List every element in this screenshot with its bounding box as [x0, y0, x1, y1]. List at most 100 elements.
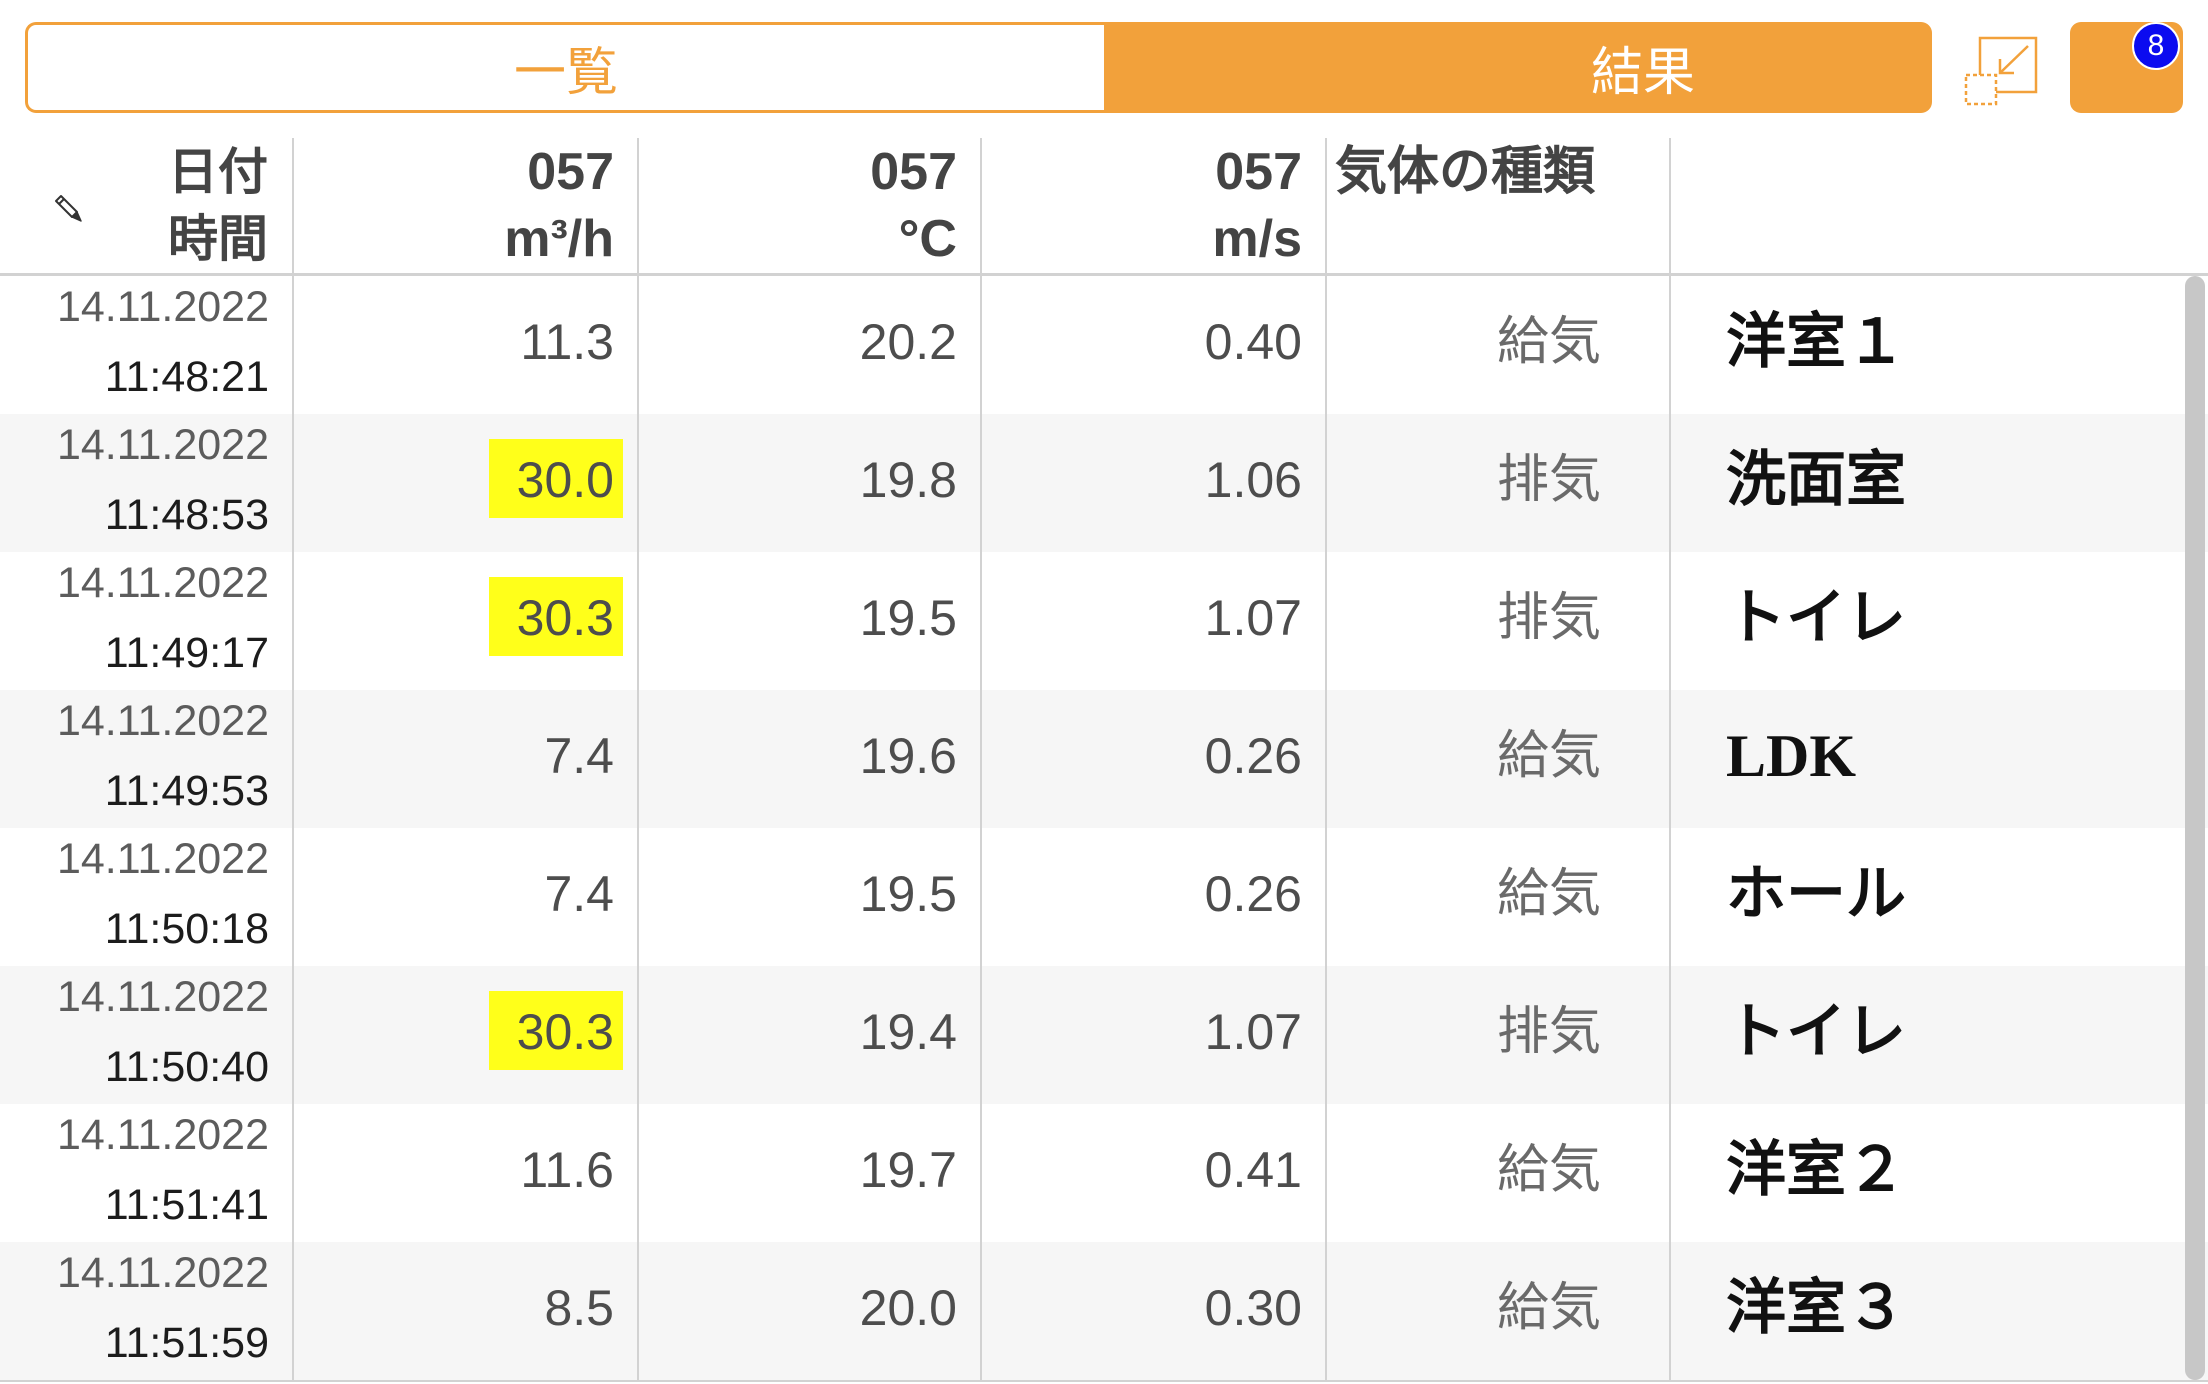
date-text: 14.11.2022 [56, 973, 269, 1021]
gas-type-cell: 給気 [1326, 1242, 1670, 1380]
pencil-icon[interactable] [53, 193, 83, 223]
gas-type-value: 排気 [1496, 451, 1601, 509]
airflow-cell: 11.3 [293, 276, 638, 414]
table-bottom-divider [0, 1380, 2208, 1382]
airflow-cell: 30.3 [293, 552, 638, 690]
velocity-value: 1.07 [1204, 1004, 1302, 1060]
tab-results[interactable]: 結果 [1104, 22, 1932, 113]
location-value: 洋室２ [1726, 1137, 1906, 1203]
location-cell: 洋室３ [1670, 1242, 2185, 1380]
tab-results-label: 結果 [1590, 44, 1695, 102]
table-row[interactable]: 14.11.2022 11:50:18 7.4 19.5 0.26 給気 ホール [0, 828, 2208, 966]
table-row[interactable]: 14.11.2022 11:49:53 7.4 19.6 0.26 給気 LDK [0, 690, 2208, 828]
header-unit: m/s [1212, 210, 1302, 268]
table-header: 日付 時間 057 m³/h 057 °C 057 m/s 気体の種類 [0, 138, 2208, 273]
airflow-cell: 30.3 [293, 966, 638, 1104]
gas-type-value: 給気 [1496, 313, 1601, 371]
table-row[interactable]: 14.11.2022 11:48:53 30.0 19.8 1.06 排気 洗面… [0, 414, 2208, 552]
datetime-cell: 14.11.2022 11:49:53 [0, 690, 293, 828]
location-cell: LDK [1670, 690, 2185, 828]
header-gas-type: 気体の種類 [1326, 138, 1670, 273]
table-row[interactable]: 14.11.2022 11:49:17 30.3 19.5 1.07 排気 トイ… [0, 552, 2208, 690]
date-text: 14.11.2022 [56, 559, 269, 607]
collapse-button[interactable] [1962, 35, 2040, 107]
badge-count: 8 [2132, 22, 2180, 70]
datetime-cell: 14.11.2022 11:50:18 [0, 828, 293, 966]
gas-type-value: 給気 [1496, 865, 1601, 923]
table-row[interactable]: 14.11.2022 11:50:40 30.3 19.4 1.07 排気 トイ… [0, 966, 2208, 1104]
header-velocity: 057 m/s [981, 138, 1326, 273]
velocity-cell: 1.07 [981, 966, 1326, 1104]
datetime-cell: 14.11.2022 11:50:40 [0, 966, 293, 1104]
airflow-value: 11.6 [520, 1142, 614, 1198]
temperature-cell: 19.7 [638, 1104, 981, 1242]
time-text: 11:49:17 [104, 629, 269, 677]
header-probe: 057 [527, 143, 614, 201]
airflow-cell: 30.0 [293, 414, 638, 552]
table-row[interactable]: 14.11.2022 11:51:41 11.6 19.7 0.41 給気 洋室… [0, 1104, 2208, 1242]
velocity-value: 0.26 [1204, 866, 1302, 922]
tab-list[interactable]: 一覧 [25, 22, 1104, 113]
location-value: トイレ [1726, 999, 1906, 1065]
header-type-label: 気体の種類 [1335, 143, 1596, 201]
gas-type-value: 排気 [1496, 1003, 1601, 1061]
velocity-cell: 1.06 [981, 414, 1326, 552]
time-text: 11:49:53 [104, 767, 269, 815]
date-text: 14.11.2022 [56, 697, 269, 745]
datetime-cell: 14.11.2022 11:48:21 [0, 276, 293, 414]
time-text: 11:50:40 [104, 1043, 269, 1091]
table-row[interactable]: 14.11.2022 11:51:59 8.5 20.0 0.30 給気 洋室３ [0, 1242, 2208, 1380]
velocity-value: 1.07 [1204, 590, 1302, 646]
temperature-cell: 19.8 [638, 414, 981, 552]
time-text: 11:51:59 [104, 1319, 269, 1367]
velocity-cell: 0.26 [981, 828, 1326, 966]
airflow-value: 30.3 [516, 590, 614, 646]
column-divider [1669, 138, 1671, 1380]
temperature-cell: 19.4 [638, 966, 981, 1104]
vertical-scrollbar[interactable] [2185, 276, 2205, 1380]
table-row[interactable]: 14.11.2022 11:48:21 11.3 20.2 0.40 給気 洋室… [0, 276, 2208, 414]
datetime-cell: 14.11.2022 11:51:41 [0, 1104, 293, 1242]
header-probe: 057 [1215, 143, 1302, 201]
location-value: ホール [1726, 861, 1906, 927]
column-divider [1325, 138, 1327, 1380]
location-value: LDK [1726, 723, 1857, 789]
header-time-label: 時間 [168, 211, 268, 267]
velocity-cell: 0.41 [981, 1104, 1326, 1242]
velocity-cell: 0.30 [981, 1242, 1326, 1380]
header-probe: 057 [870, 143, 957, 201]
location-cell: トイレ [1670, 552, 2185, 690]
location-cell: トイレ [1670, 966, 2185, 1104]
gas-type-value: 給気 [1496, 1279, 1601, 1337]
gas-type-cell: 給気 [1326, 690, 1670, 828]
date-text: 14.11.2022 [56, 421, 269, 469]
results-table-body: 14.11.2022 11:48:21 11.3 20.2 0.40 給気 洋室… [0, 276, 2208, 1380]
location-cell: 洗面室 [1670, 414, 2185, 552]
airflow-cell: 7.4 [293, 690, 638, 828]
time-text: 11:48:21 [104, 353, 269, 401]
temperature-value: 20.0 [859, 1280, 957, 1336]
column-divider [292, 138, 294, 1380]
location-cell: 洋室２ [1670, 1104, 2185, 1242]
header-datetime: 日付 時間 [0, 138, 293, 273]
airflow-value: 8.5 [544, 1280, 614, 1336]
temperature-value: 20.2 [859, 314, 957, 370]
location-cell: ホール [1670, 828, 2185, 966]
airflow-cell: 7.4 [293, 828, 638, 966]
header-temperature: 057 °C [638, 138, 981, 273]
location-cell: 洋室１ [1670, 276, 2185, 414]
velocity-value: 0.41 [1204, 1142, 1302, 1198]
temperature-cell: 19.6 [638, 690, 981, 828]
time-text: 11:48:53 [104, 491, 269, 539]
gas-type-value: 給気 [1496, 1141, 1601, 1199]
airflow-cell: 8.5 [293, 1242, 638, 1380]
temperature-cell: 20.2 [638, 276, 981, 414]
gas-type-cell: 排気 [1326, 552, 1670, 690]
velocity-value: 0.30 [1204, 1280, 1302, 1336]
badge-button[interactable]: 8 [2070, 22, 2183, 113]
airflow-value: 30.3 [516, 1004, 614, 1060]
column-divider [980, 138, 982, 1380]
gas-type-value: 排気 [1496, 589, 1601, 647]
velocity-value: 0.40 [1204, 314, 1302, 370]
temperature-value: 19.5 [859, 590, 957, 646]
